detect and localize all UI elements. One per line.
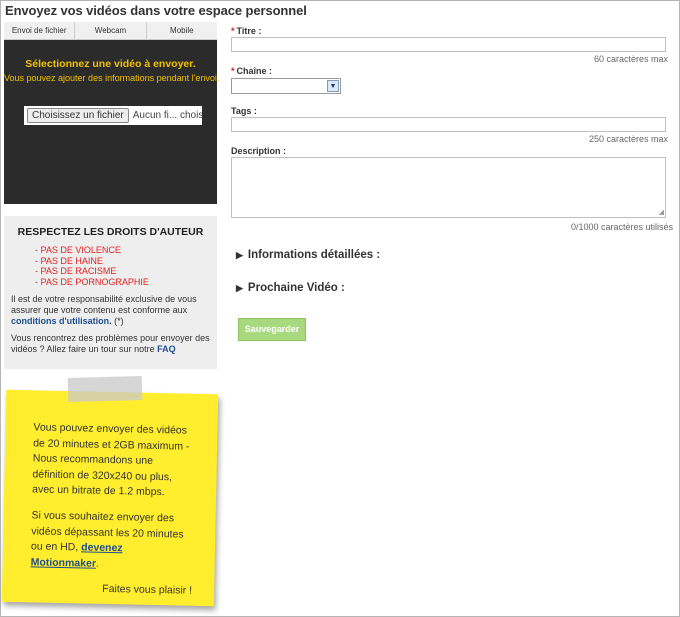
responsibility-text: Il est de votre responsabilité exclusive… bbox=[11, 294, 210, 327]
required-mark: * bbox=[231, 66, 235, 76]
note-closing: Faites vous plaisir ! bbox=[102, 583, 193, 598]
faq-link[interactable]: FAQ bbox=[157, 344, 176, 354]
note-paragraph-hd: Si vous souhaitez envoyer des vidéos dép… bbox=[30, 508, 193, 574]
description-counter: 0/1000 caractères utilisés bbox=[570, 222, 673, 232]
description-textarea[interactable]: ◢ bbox=[231, 157, 666, 218]
save-button[interactable]: Sauvegarder bbox=[238, 318, 306, 341]
rule-item: - PAS DE RACISME bbox=[35, 266, 117, 277]
chevron-down-icon[interactable]: ▼ bbox=[327, 80, 339, 92]
resize-grip-icon[interactable]: ◢ bbox=[659, 209, 664, 216]
note-hd-suffix: . bbox=[95, 557, 100, 570]
copyright-title: RESPECTEZ LES DROITS D'AUTEUR bbox=[17, 226, 204, 238]
channel-select[interactable]: ▼ bbox=[231, 78, 341, 94]
expand-arrow-icon: ▶ bbox=[236, 250, 243, 260]
upload-subheading: Vous pouvez ajouter des informations pen… bbox=[4, 73, 220, 83]
rule-item: - PAS DE PORNOGRAPHIE bbox=[35, 276, 149, 287]
choose-file-button[interactable]: Choisissez un fichier bbox=[27, 108, 129, 123]
tape-strip bbox=[67, 376, 143, 402]
channel-label: * Chaîne : bbox=[231, 66, 272, 76]
terms-link[interactable]: conditions d'utilisation. bbox=[11, 316, 112, 326]
upload-tabs: Envoi de fichier Webcam Mobile bbox=[4, 22, 217, 40]
title-counter: 60 caractères max bbox=[593, 54, 668, 64]
expand-arrow-icon: ▶ bbox=[236, 283, 243, 293]
rules-list: - PAS DE VIOLENCE - PAS DE HAINE - PAS D… bbox=[35, 245, 210, 287]
details-section-label: Informations détaillées : bbox=[247, 249, 381, 261]
sticky-note: Vous pouvez envoyer des vidéos de 20 min… bbox=[1, 389, 219, 607]
title-label-text: Titre : bbox=[236, 26, 262, 36]
rule-item: - PAS DE VIOLENCE bbox=[35, 245, 121, 255]
upload-panel: Envoi de fichier Webcam Mobile Sélection… bbox=[4, 22, 220, 204]
upload-heading: Sélectionnez une vidéo à envoyer. bbox=[25, 58, 196, 70]
title-input[interactable] bbox=[231, 37, 666, 52]
next-video-section-label: Prochaine Vidéo : bbox=[247, 282, 345, 294]
problems-text: Vous rencontrez des problèmes pour envoy… bbox=[11, 333, 210, 355]
responsibility-sentence: Il est de votre responsabilité exclusive… bbox=[11, 294, 197, 316]
file-picker: Choisissez un fichier Aucun fi... choisi bbox=[24, 106, 202, 125]
tags-label: Tags : bbox=[231, 106, 257, 116]
tags-input[interactable] bbox=[231, 117, 666, 132]
terms-suffix: (*) bbox=[111, 316, 124, 327]
tab-file-upload[interactable]: Envoi de fichier bbox=[4, 22, 76, 39]
file-status: Aucun fi... choisi bbox=[132, 110, 202, 121]
description-label: Description : bbox=[231, 146, 287, 156]
page-title: Envoyez vos vidéos dans votre espace per… bbox=[5, 3, 307, 18]
required-mark: * bbox=[231, 26, 235, 36]
problems-sentence: Vous rencontrez des problèmes pour envoy… bbox=[11, 333, 210, 355]
copyright-panel: RESPECTEZ LES DROITS D'AUTEUR - PAS DE V… bbox=[4, 216, 217, 369]
next-video-section-toggle[interactable]: ▶ Prochaine Vidéo : bbox=[236, 282, 345, 294]
title-label: * Titre : bbox=[231, 26, 261, 36]
tab-mobile[interactable]: Mobile bbox=[147, 22, 217, 39]
channel-label-text: Chaîne : bbox=[236, 66, 273, 76]
note-paragraph-limits: Vous pouvez envoyer des vidéos de 20 min… bbox=[32, 421, 190, 499]
tags-counter: 250 caractères max bbox=[588, 134, 668, 144]
tab-webcam[interactable]: Webcam bbox=[75, 22, 147, 39]
details-section-toggle[interactable]: ▶ Informations détaillées : bbox=[236, 249, 380, 261]
rule-item: - PAS DE HAINE bbox=[35, 255, 103, 266]
